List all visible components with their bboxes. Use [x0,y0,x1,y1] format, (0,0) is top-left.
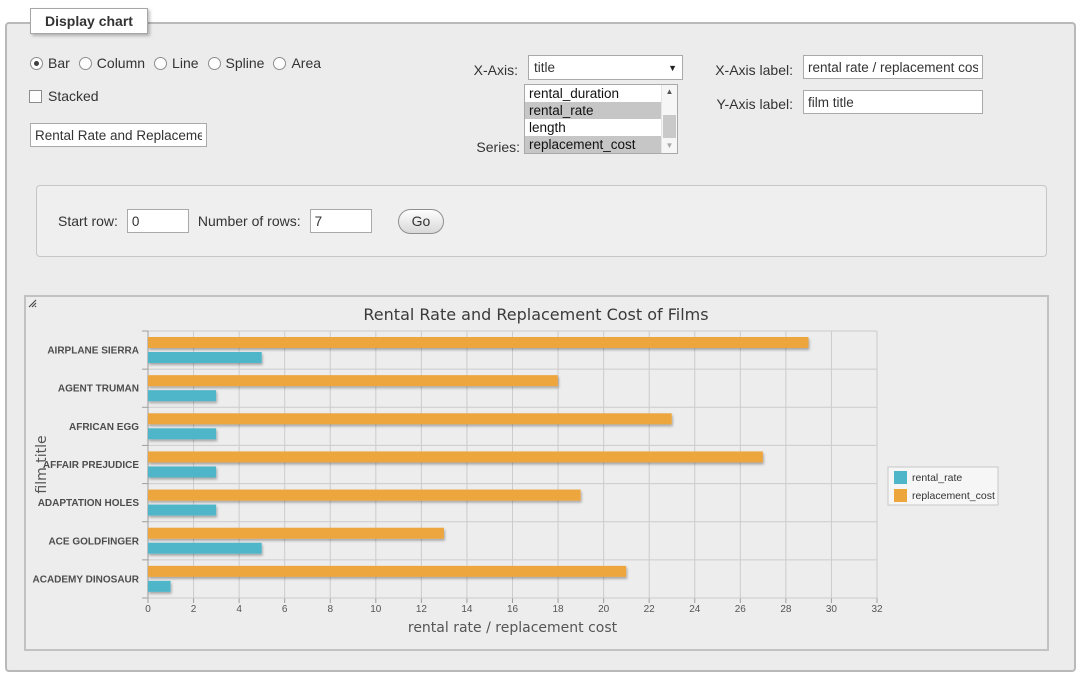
stacked-label: Stacked [48,88,99,104]
radio-label: Column [97,55,145,71]
x-tick-label: 18 [553,604,565,615]
fieldset-legend: Display chart [30,8,148,34]
chart-legend: rental_rate replacement_cost [888,467,998,505]
chart-container: 02468101214161820222426283032AIRPLANE SI… [24,295,1049,651]
series-replacement_cost [148,337,808,577]
radio-icon[interactable] [208,57,221,70]
radio-label: Area [291,55,321,71]
radio-label: Bar [48,55,70,71]
row-controls-box: Start row: Number of rows: Go [36,185,1047,257]
bar-rental_rate [148,352,262,363]
resize-handle[interactable] [26,297,37,308]
bar-replacement_cost [148,375,558,386]
x-tick-label: 24 [689,604,701,615]
bar-rental_rate [148,543,262,554]
legend-item-rental_rate[interactable]: rental_rate [894,471,962,484]
radio-icon[interactable] [273,57,286,70]
num-rows-label: Number of rows: [198,213,301,229]
category-label: AFRICAN EGG [69,422,139,433]
chart-type-radio-area[interactable]: Area [273,55,321,71]
category-label: ACE GOLDFINGER [48,536,139,547]
bar-chart: 02468101214161820222426283032AIRPLANE SI… [26,297,1047,649]
radio-label: Line [172,55,198,71]
series-option-rental_duration[interactable]: rental_duration [525,85,661,102]
start-row-label: Start row: [58,213,118,229]
x-axis-label-input[interactable] [803,55,983,79]
x-tick-label: 26 [735,604,747,615]
series-select[interactable]: rental_durationrental_ratelengthreplacem… [524,84,678,154]
bar-rental_rate [148,505,216,516]
series-option-rental_rate[interactable]: rental_rate [525,102,661,119]
x-axis-select-label: X-Axis: [420,62,518,78]
stacked-checkbox-row[interactable]: Stacked [29,88,99,104]
series-scrollbar[interactable]: ▲ ▼ [661,85,677,153]
series-select-label: Series: [426,139,520,155]
dropdown-arrow-icon: ▼ [668,63,677,73]
series-option-length[interactable]: length [525,119,661,136]
y-axis-title: film title [34,435,50,493]
x-tick-label: 30 [826,604,838,615]
category-label: AIRPLANE SIERRA [47,346,139,357]
radio-icon[interactable] [154,57,167,70]
x-tick-label: 28 [780,604,792,615]
fieldset-legend-text: Display chart [45,13,133,29]
start-row-input[interactable] [127,209,189,233]
scrollbar-thumb[interactable] [663,115,676,138]
x-tick-label: 20 [598,604,610,615]
radio-icon[interactable] [30,57,43,70]
series-options: rental_durationrental_ratelengthreplacem… [525,85,661,153]
bar-rental_rate [148,581,171,592]
scroll-up-icon[interactable]: ▲ [662,85,677,99]
x-tick-label: 6 [282,604,288,615]
x-axis-title: rental rate / replacement cost [408,620,618,636]
x-tick-label: 0 [145,604,151,615]
scroll-down-icon[interactable]: ▼ [662,139,677,153]
chart-title-input[interactable] [30,123,207,147]
category-label: ACADEMY DINOSAUR [33,574,140,585]
bar-rental_rate [148,428,216,439]
category-label: ADAPTATION HOLES [38,498,140,509]
chart-type-radio-group: Bar Column Line Spline Area [30,55,321,71]
category-label: AFFAIR PREJUDICE [43,460,139,471]
bar-rental_rate [148,390,216,401]
radio-label: Spline [226,55,265,71]
chart-type-radio-line[interactable]: Line [154,55,198,71]
legend-label: replacement_cost [912,490,995,502]
x-axis-select-value: title [534,60,555,75]
x-tick-label: 10 [370,604,382,615]
x-tick-label: 22 [644,604,656,615]
bar-replacement_cost [148,451,763,462]
chart-title: Rental Rate and Replacement Cost of Film… [363,305,708,324]
series-option-replacement_cost[interactable]: replacement_cost [525,136,661,153]
x-tick-label: 4 [236,604,242,615]
bar-replacement_cost [148,490,581,501]
chart-type-radio-spline[interactable]: Spline [208,55,265,71]
bar-replacement_cost [148,413,672,424]
x-tick-label: 12 [416,604,428,615]
x-axis-label-label: X-Axis label: [695,62,793,78]
y-axis-label-input[interactable] [803,90,983,114]
x-tick-label: 8 [327,604,333,615]
x-tick-label: 14 [461,604,473,615]
bar-rental_rate [148,466,216,477]
x-tick-label: 2 [191,604,197,615]
chart-type-radio-column[interactable]: Column [79,55,145,71]
bar-replacement_cost [148,566,626,577]
go-button[interactable]: Go [398,209,445,234]
series-rental_rate [148,352,262,592]
stacked-checkbox[interactable] [29,90,42,103]
num-rows-input[interactable] [310,209,372,233]
y-axis-label-label: Y-Axis label: [695,96,793,112]
legend-label: rental_rate [912,472,962,484]
bar-replacement_cost [148,528,444,539]
x-tick-label: 16 [507,604,519,615]
x-tick-label: 32 [871,604,883,615]
bar-replacement_cost [148,337,808,348]
radio-icon[interactable] [79,57,92,70]
x-axis-select[interactable]: title ▼ [528,55,683,80]
chart-type-radio-bar[interactable]: Bar [30,55,70,71]
category-label: AGENT TRUMAN [58,384,139,395]
